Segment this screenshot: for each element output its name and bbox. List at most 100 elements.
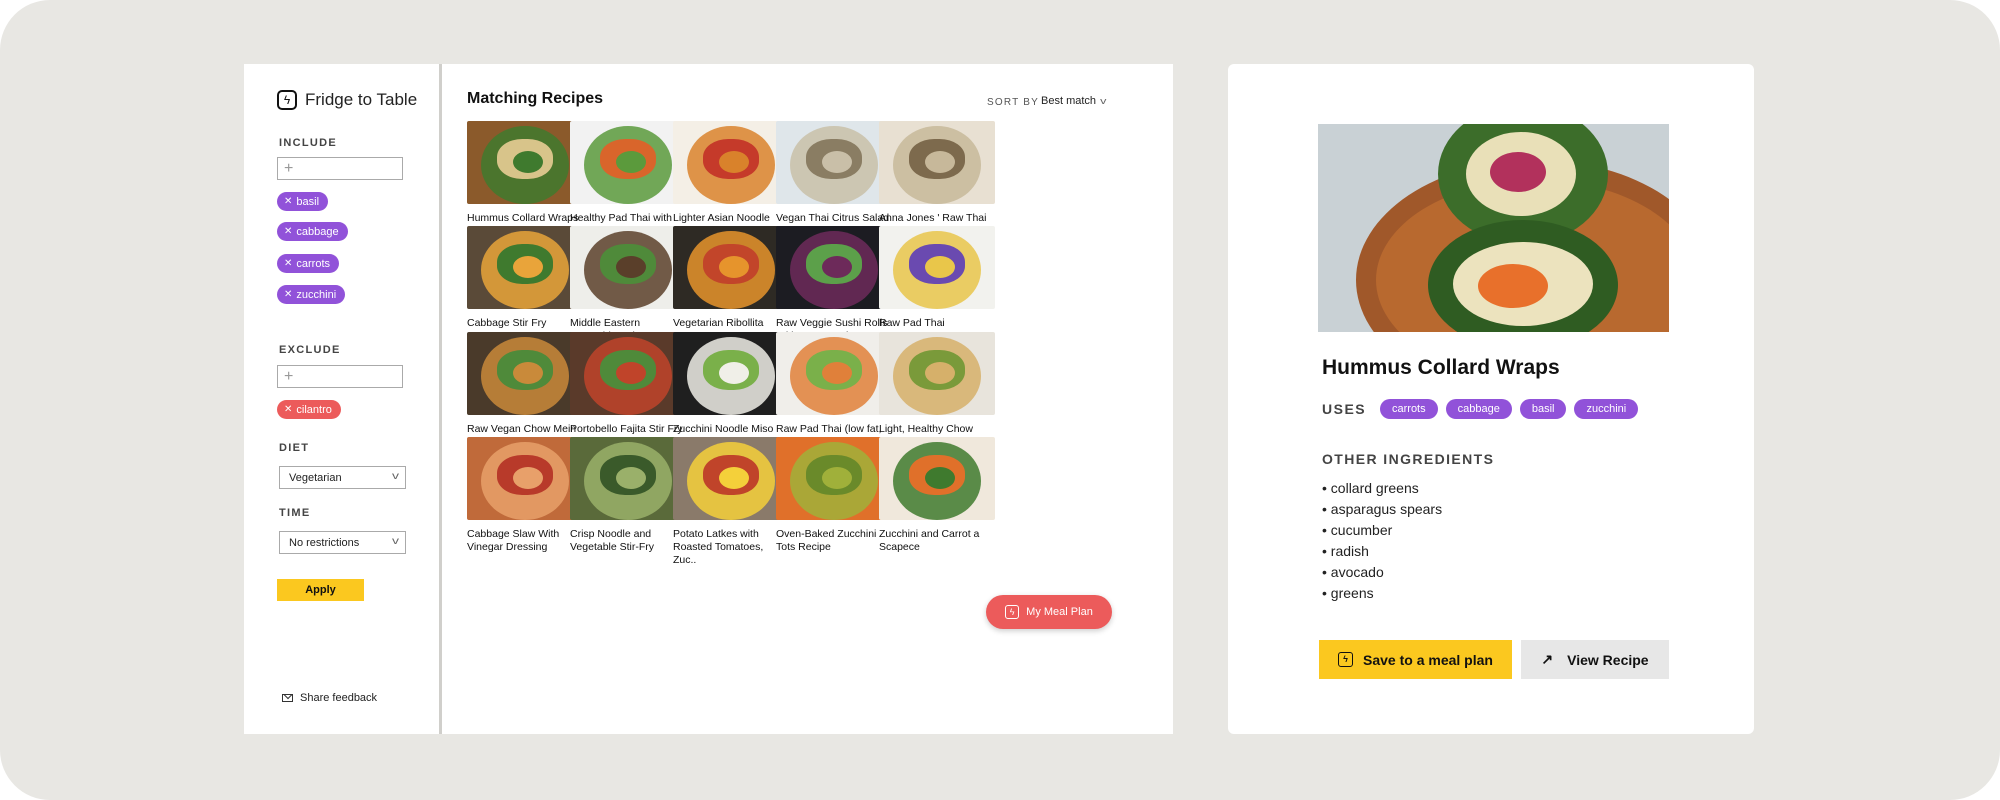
recipe-thumbnail[interactable] — [570, 332, 686, 415]
recipe-title[interactable]: Zucchini and Carrot a Scapece — [879, 528, 995, 554]
time-select[interactable]: No restrictions v — [279, 531, 406, 554]
recipe-card[interactable]: Vegan Thai Citrus Salad — [776, 121, 892, 225]
recipe-card[interactable]: Light, Healthy Chow Mein Made with Zuc..… — [879, 332, 995, 449]
include-input[interactable]: + — [277, 157, 403, 180]
remove-icon[interactable]: ✕ — [284, 289, 292, 300]
recipe-title[interactable]: Hummus Collard Wraps — [467, 212, 583, 225]
recipe-card[interactable]: Oven-Baked Zucchini Tots Recipe — [776, 437, 892, 554]
recipe-card[interactable]: Anna Jones ' Raw Thai Citrus Crunch Sala… — [879, 121, 995, 238]
recipe-thumbnail[interactable] — [776, 437, 892, 520]
ingredient-item: • avocado — [1322, 564, 1384, 580]
recipe-thumbnail[interactable] — [467, 332, 583, 415]
share-feedback-link[interactable]: Share feedback — [282, 692, 377, 704]
recipe-thumbnail[interactable] — [879, 437, 995, 520]
ingredient-item: • radish — [1322, 543, 1369, 559]
recipe-card[interactable]: Middle Eastern Vegetable Bake — [570, 226, 686, 343]
filter-sidebar: ϟ Fridge to Table INCLUDE + ✕ basil ✕ cabb… — [244, 64, 442, 734]
recipe-card[interactable]: Potato Latkes with Roasted Tomatoes, Zuc… — [673, 437, 789, 567]
recipe-title[interactable]: Vegetarian Ribollita — [673, 317, 789, 330]
use-chip-basil: basil — [1519, 399, 1567, 419]
recipe-card[interactable]: Raw Vegan Chow Mein — [467, 332, 583, 436]
sort-select[interactable]: Best match — [1041, 95, 1096, 107]
recipe-title[interactable]: Raw Vegan Chow Mein — [467, 423, 583, 436]
recipe-thumbnail[interactable] — [673, 332, 789, 415]
recipe-title: Hummus Collard Wraps — [1322, 356, 1560, 379]
include-chip-basil[interactable]: ✕ basil — [277, 192, 329, 211]
ingredient-item: • asparagus spears — [1322, 501, 1443, 517]
brand[interactable]: ϟ Fridge to Table — [277, 90, 417, 110]
recipe-title[interactable]: Raw Pad Thai — [879, 317, 995, 330]
use-chip-cabbage: cabbage — [1445, 399, 1512, 419]
recipe-thumbnail[interactable] — [467, 121, 583, 204]
recipe-card[interactable]: Healthy Pad Thai with Peanut Sauce — [570, 121, 686, 238]
uses-label: USES — [1322, 401, 1367, 417]
remove-icon[interactable]: ✕ — [284, 258, 292, 269]
recipe-card[interactable]: Raw Pad Thai (low fat, vegan) — [776, 332, 892, 449]
ingredient-list: • collard greens • asparagus spears • cu… — [1322, 478, 1442, 604]
recipe-thumbnail[interactable] — [673, 437, 789, 520]
ingredient-item: • collard greens — [1322, 480, 1419, 496]
recipe-card[interactable]: Cabbage Slaw With Vinegar Dressing — [467, 437, 583, 554]
recipe-title[interactable]: Oven-Baked Zucchini Tots Recipe — [776, 528, 892, 554]
recipe-thumbnail[interactable] — [673, 226, 789, 309]
ingredient-item: • greens — [1322, 585, 1374, 601]
chevron-down-icon: v — [392, 536, 399, 547]
recipe-thumbnail[interactable] — [467, 226, 583, 309]
recipe-card[interactable]: Vegetarian Ribollita — [673, 226, 789, 330]
include-chip-zucchini[interactable]: ✕ zucchini — [277, 285, 346, 304]
recipe-thumbnail[interactable] — [776, 121, 892, 204]
save-to-meal-plan-button[interactable]: ϟ Save to a meal plan — [1319, 640, 1512, 679]
recipe-thumbnail[interactable] — [467, 437, 583, 520]
diet-select[interactable]: Vegetarian v — [279, 466, 406, 489]
recipe-hero-image — [1318, 124, 1669, 332]
bolt-icon: ϟ — [1005, 605, 1020, 619]
recipe-thumbnail[interactable] — [879, 121, 995, 204]
include-chip-carrots[interactable]: ✕ carrots — [277, 254, 340, 273]
recipe-card[interactable]: Lighter Asian Noodle Salad — [673, 121, 789, 238]
sort-label: SORT BY — [987, 97, 1039, 108]
recipe-title[interactable]: Crisp Noodle and Vegetable Stir-Fry — [570, 528, 686, 554]
recipe-title[interactable]: Vegan Thai Citrus Salad — [776, 212, 892, 225]
recipe-thumbnail[interactable] — [879, 332, 995, 415]
recipe-card[interactable]: Portobello Fajita Stir Fry — [570, 332, 686, 436]
diet-label: DIET — [279, 442, 310, 454]
mail-icon — [282, 694, 293, 702]
recipe-thumbnail[interactable] — [570, 226, 686, 309]
recipe-card[interactable]: Cabbage Stir Fry — [467, 226, 583, 330]
recipe-title[interactable]: Cabbage Slaw With Vinegar Dressing — [467, 528, 583, 554]
exclude-label: EXCLUDE — [279, 344, 341, 356]
brand-name: Fridge to Table — [305, 90, 418, 109]
recipe-thumbnail[interactable] — [879, 226, 995, 309]
recipe-thumbnail[interactable] — [776, 226, 892, 309]
recipe-title[interactable]: Potato Latkes with Roasted Tomatoes, Zuc… — [673, 528, 789, 567]
view-recipe-button[interactable]: ↗ View Recipe — [1521, 640, 1669, 679]
recipe-thumbnail[interactable] — [776, 332, 892, 415]
recipe-thumbnail[interactable] — [673, 121, 789, 204]
page-title: Matching Recipes — [467, 90, 604, 107]
chevron-down-icon: v — [392, 471, 399, 482]
recipe-card[interactable]: Crisp Noodle and Vegetable Stir-Fry — [570, 437, 686, 554]
recipe-title[interactable]: Portobello Fajita Stir Fry — [570, 423, 686, 436]
uses-chips: carrots cabbage basil zucchini — [1380, 399, 1639, 419]
remove-icon[interactable]: ✕ — [284, 196, 292, 207]
recipe-thumbnail[interactable] — [570, 121, 686, 204]
search-panel: ϟ Fridge to Table INCLUDE + ✕ basil ✕ cabb… — [244, 64, 1173, 734]
chevron-down-icon[interactable]: v — [1100, 96, 1106, 106]
ingredient-item: • cucumber — [1322, 522, 1393, 538]
recipe-card[interactable]: Raw Pad Thai — [879, 226, 995, 330]
remove-icon[interactable]: ✕ — [284, 404, 292, 415]
time-label: TIME — [279, 507, 311, 519]
exclude-input[interactable]: + — [277, 365, 403, 388]
recipe-card[interactable]: Zucchini and Carrot a Scapece — [879, 437, 995, 554]
remove-icon[interactable]: ✕ — [284, 226, 292, 237]
recipe-card[interactable]: Hummus Collard Wraps — [467, 121, 583, 225]
my-meal-plan-button[interactable]: ϟ My Meal Plan — [986, 595, 1112, 629]
recipe-thumbnail[interactable] — [570, 437, 686, 520]
external-arrow-icon: ↗ — [1541, 651, 1554, 667]
recipe-detail-panel: Hummus Collard Wraps USES carrots cabbag… — [1228, 64, 1754, 734]
apply-button[interactable]: Apply — [277, 579, 364, 601]
exclude-chip-cilantro[interactable]: ✕ cilantro — [277, 400, 341, 419]
bolt-icon: ϟ — [1338, 652, 1354, 667]
recipe-title[interactable]: Cabbage Stir Fry — [467, 317, 583, 330]
include-chip-cabbage[interactable]: ✕ cabbage — [277, 222, 348, 241]
